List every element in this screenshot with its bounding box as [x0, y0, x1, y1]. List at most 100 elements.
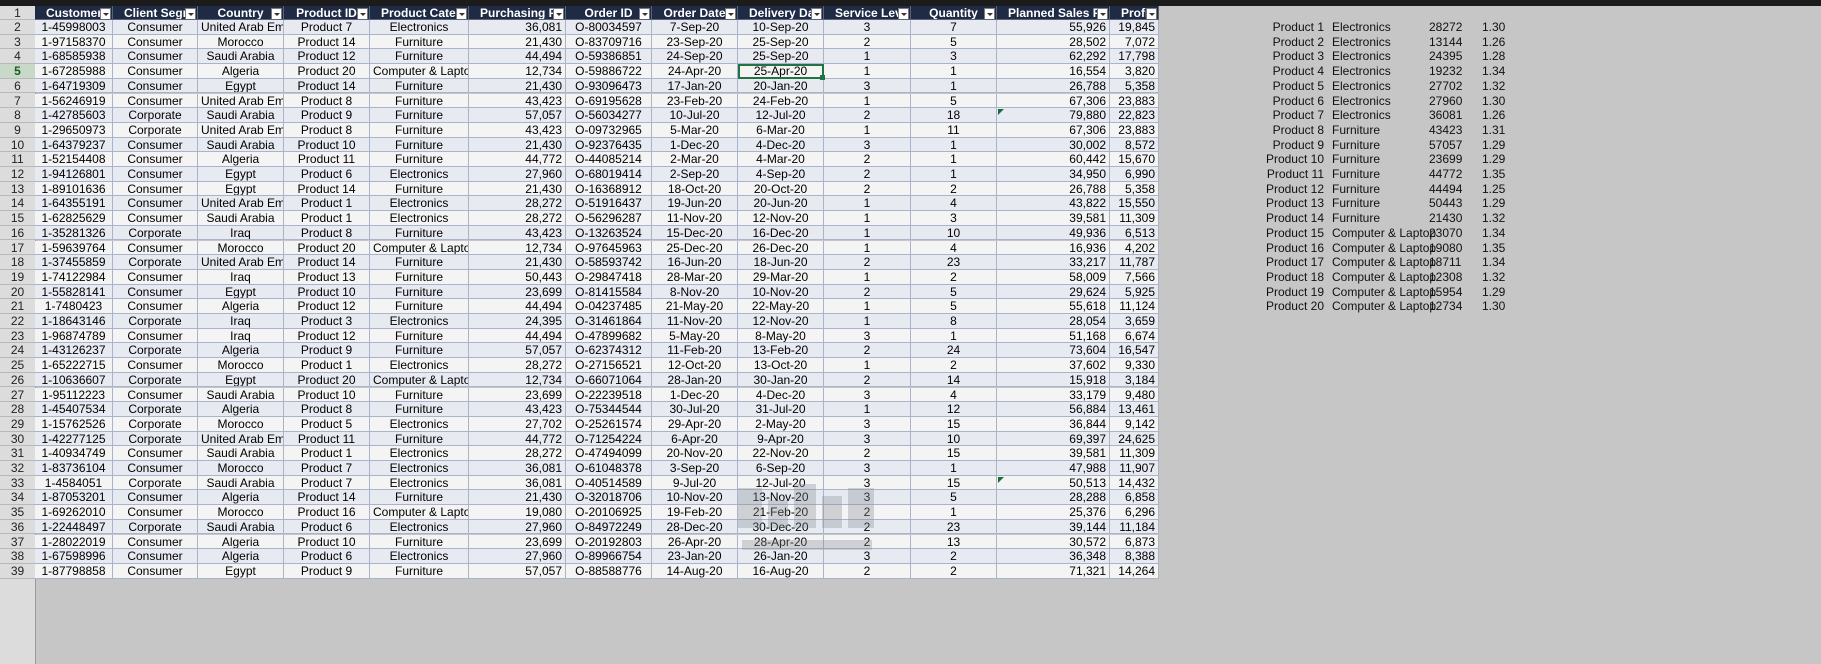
cell-profit[interactable]: 6,990 — [1110, 167, 1159, 182]
cell-order-date[interactable]: 30-Jul-20 — [652, 402, 738, 417]
lookup-price[interactable]: 15954 — [1429, 284, 1473, 300]
cell-profit[interactable]: 15,670 — [1110, 152, 1159, 167]
cell-product-category[interactable]: Electronics — [370, 20, 469, 35]
header-service-level[interactable]: Service Level — [824, 6, 911, 20]
cell-order-date[interactable]: 19-Jun-20 — [652, 196, 738, 212]
row-number[interactable]: 37 — [0, 534, 35, 550]
cell-product-id[interactable]: Product 6 — [284, 549, 370, 564]
cell-quantity[interactable]: 18 — [911, 108, 997, 123]
filter-dropdown-icon[interactable] — [357, 8, 368, 19]
cell-planned-sales-price[interactable]: 39,581 — [997, 446, 1110, 461]
cell-product-category[interactable]: Electronics — [370, 461, 469, 476]
cell-quantity[interactable]: 24 — [911, 343, 997, 359]
lookup-product[interactable]: Product 2 — [1262, 34, 1324, 50]
cell-quantity[interactable]: 2 — [911, 269, 997, 285]
cell-product-id[interactable]: Product 11 — [284, 152, 370, 167]
lookup-price[interactable]: 19080 — [1429, 240, 1473, 256]
cell-planned-sales-price[interactable]: 39,144 — [997, 519, 1110, 535]
cell-product-category[interactable]: Electronics — [370, 475, 469, 491]
cell-delivery-date[interactable]: 13-Oct-20 — [738, 358, 824, 373]
lookup-multiplier[interactable]: 1.32 — [1482, 210, 1522, 226]
cell-product-category[interactable]: Furniture — [370, 387, 469, 403]
cell-country[interactable]: Algeria — [198, 299, 284, 314]
lookup-multiplier[interactable]: 1.35 — [1482, 166, 1522, 182]
cell-service-level[interactable]: 1 — [824, 358, 911, 373]
cell-purchasing-price[interactable]: 23,699 — [469, 534, 566, 550]
cell-client-segment[interactable]: Corporate — [113, 431, 198, 447]
cell-product-id[interactable]: Product 20 — [284, 372, 370, 388]
cell-purchasing-price[interactable]: 36,081 — [469, 20, 566, 35]
cell-client-segment[interactable]: Consumer — [113, 64, 198, 79]
lookup-price[interactable]: 21430 — [1429, 210, 1473, 226]
lookup-category[interactable]: Furniture — [1332, 122, 1422, 138]
cell-product-id[interactable]: Product 8 — [284, 122, 370, 138]
cell-delivery-date[interactable]: 12-Nov-20 — [738, 314, 824, 329]
cell-order-id[interactable]: O-47899682 — [566, 328, 652, 344]
cell-country[interactable]: Algeria — [198, 490, 284, 506]
row-number[interactable]: 17 — [0, 240, 35, 256]
cell-customer-id[interactable]: 1-87798858 — [35, 563, 113, 579]
cell-profit[interactable]: 9,330 — [1110, 358, 1159, 373]
cell-client-segment[interactable]: Consumer — [113, 490, 198, 506]
cell-product-id[interactable]: Product 14 — [284, 181, 370, 197]
cell-client-segment[interactable]: Corporate — [113, 122, 198, 138]
cell-country[interactable]: United Arab Emirates — [198, 122, 284, 138]
cell-planned-sales-price[interactable]: 30,002 — [997, 137, 1110, 153]
cell-order-id[interactable]: O-16368912 — [566, 181, 652, 197]
lookup-price[interactable]: 27702 — [1429, 78, 1473, 94]
cell-delivery-date[interactable]: 29-Mar-20 — [738, 269, 824, 285]
cell-country[interactable]: Saudi Arabia — [198, 475, 284, 491]
cell-planned-sales-price[interactable]: 26,788 — [997, 78, 1110, 94]
cell-purchasing-price[interactable]: 44,494 — [469, 49, 566, 65]
cell-quantity[interactable]: 2 — [911, 563, 997, 579]
cell-purchasing-price[interactable]: 50,443 — [469, 269, 566, 285]
cell-profit[interactable]: 5,358 — [1110, 181, 1159, 197]
cell-quantity[interactable]: 15 — [911, 416, 997, 432]
lookup-category[interactable]: Furniture — [1332, 166, 1422, 182]
cell-country[interactable]: Iraq — [198, 269, 284, 285]
cell-product-id[interactable]: Product 16 — [284, 505, 370, 520]
cell-product-id[interactable]: Product 7 — [284, 461, 370, 476]
cell-delivery-date[interactable]: 20-Jun-20 — [738, 196, 824, 212]
cell-delivery-date[interactable]: 6-Mar-20 — [738, 122, 824, 138]
cell-order-id[interactable]: O-58593742 — [566, 255, 652, 270]
cell-customer-id[interactable]: 1-42785603 — [35, 108, 113, 123]
cell-order-id[interactable]: O-88588776 — [566, 563, 652, 579]
cell-profit[interactable]: 9,480 — [1110, 387, 1159, 403]
row-number[interactable]: 23 — [0, 328, 35, 344]
cell-planned-sales-price[interactable]: 15,918 — [997, 372, 1110, 388]
cell-purchasing-price[interactable]: 12,734 — [469, 372, 566, 388]
cell-product-id[interactable]: Product 7 — [284, 475, 370, 491]
cell-planned-sales-price[interactable]: 37,602 — [997, 358, 1110, 373]
cell-order-date[interactable]: 2-Mar-20 — [652, 152, 738, 167]
cell-client-segment[interactable]: Consumer — [113, 299, 198, 314]
row-number[interactable]: 20 — [0, 284, 35, 300]
cell-order-id[interactable]: O-20192803 — [566, 534, 652, 550]
row-number[interactable]: 9 — [0, 122, 35, 138]
cell-country[interactable]: Morocco — [198, 240, 284, 256]
cell-product-id[interactable]: Product 1 — [284, 196, 370, 212]
cell-order-date[interactable]: 1-Dec-20 — [652, 387, 738, 403]
cell-purchasing-price[interactable]: 43,423 — [469, 122, 566, 138]
cell-planned-sales-price[interactable]: 30,572 — [997, 534, 1110, 550]
cell-service-level[interactable]: 2 — [824, 152, 911, 167]
cell-delivery-date[interactable]: 31-Jul-20 — [738, 402, 824, 417]
cell-planned-sales-price[interactable]: 58,009 — [997, 269, 1110, 285]
cell-profit[interactable]: 3,184 — [1110, 372, 1159, 388]
cell-quantity[interactable]: 15 — [911, 475, 997, 491]
cell-client-segment[interactable]: Corporate — [113, 343, 198, 359]
cell-client-segment[interactable]: Corporate — [113, 225, 198, 241]
cell-client-segment[interactable]: Corporate — [113, 416, 198, 432]
cell-order-date[interactable]: 5-Mar-20 — [652, 122, 738, 138]
cell-customer-id[interactable]: 1-87053201 — [35, 490, 113, 506]
cell-customer-id[interactable]: 1-96874789 — [35, 328, 113, 344]
lookup-price[interactable]: 57057 — [1429, 137, 1473, 153]
cell-purchasing-price[interactable]: 27,960 — [469, 167, 566, 182]
cell-planned-sales-price[interactable]: 69,397 — [997, 431, 1110, 447]
cell-customer-id[interactable]: 1-62825629 — [35, 211, 113, 226]
cell-quantity[interactable]: 10 — [911, 431, 997, 447]
row-number[interactable]: 29 — [0, 416, 35, 432]
cell-delivery-date[interactable]: 30-Jan-20 — [738, 372, 824, 388]
cell-purchasing-price[interactable]: 28,272 — [469, 358, 566, 373]
lookup-price[interactable]: 36081 — [1429, 107, 1473, 123]
